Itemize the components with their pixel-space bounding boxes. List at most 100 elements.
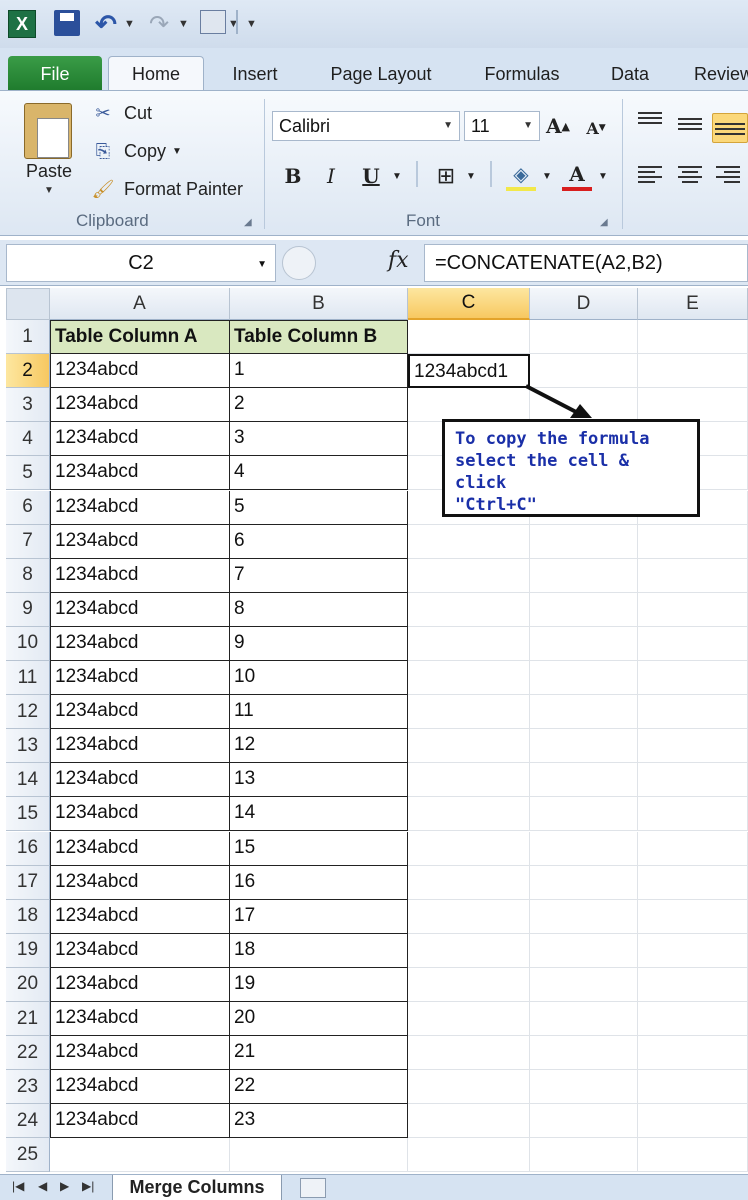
cell-b1[interactable]: Table Column B (230, 320, 408, 354)
cell-e18[interactable] (638, 899, 748, 934)
cell-e23[interactable] (638, 1070, 748, 1105)
cell-a5[interactable]: 1234abcd (50, 456, 230, 491)
column-header-b[interactable]: B (230, 288, 408, 320)
cell-a22[interactable]: 1234abcd (50, 1036, 230, 1071)
cell-d19[interactable] (530, 933, 638, 968)
row-header[interactable]: 5 (6, 456, 50, 491)
borders-icon[interactable]: ⊞ (432, 161, 460, 191)
align-bottom-icon[interactable] (712, 113, 748, 143)
grow-font-button[interactable]: A ▲ (544, 111, 572, 141)
cell-b24[interactable]: 23 (230, 1104, 408, 1139)
cell-d9[interactable] (530, 592, 638, 627)
cell-b3[interactable]: 2 (230, 388, 408, 423)
cell-a21[interactable]: 1234abcd (50, 1002, 230, 1036)
cell-a18[interactable]: 1234abcd (50, 899, 230, 934)
cell-a6[interactable]: 1234abcd (50, 490, 230, 525)
cell-e22[interactable] (638, 1036, 748, 1071)
cut-button[interactable]: ✂ Cut (90, 99, 152, 127)
cell-c10[interactable] (408, 626, 530, 661)
cell-c3[interactable] (408, 388, 530, 423)
column-header-c[interactable]: C (408, 288, 530, 320)
cell-b23[interactable]: 22 (230, 1070, 408, 1105)
cell-b20[interactable]: 19 (230, 967, 408, 1002)
cell-d21[interactable] (530, 1002, 638, 1036)
cell-e24[interactable] (638, 1104, 748, 1139)
format-painter-button[interactable]: 🖌 Format Painter (90, 175, 243, 203)
cell-c1[interactable] (408, 320, 530, 354)
cell-a10[interactable]: 1234abcd (50, 626, 230, 661)
form-icon[interactable] (200, 10, 226, 34)
cell-b14[interactable]: 13 (230, 763, 408, 798)
cell-e15[interactable] (638, 797, 748, 832)
cell-a25[interactable] (50, 1138, 230, 1173)
cell-b2[interactable]: 1 (230, 354, 408, 389)
row-header[interactable]: 22 (6, 1036, 50, 1071)
select-all-corner[interactable] (6, 288, 50, 320)
cell-c21[interactable] (408, 1002, 530, 1036)
font-size-select[interactable]: 11 ▼ (464, 111, 540, 141)
tab-page-layout[interactable]: Page Layout (318, 56, 444, 92)
cell-e11[interactable] (638, 661, 748, 695)
first-sheet-icon[interactable]: |◀ (12, 1179, 24, 1193)
cell-d7[interactable] (530, 524, 638, 559)
row-header[interactable]: 14 (6, 763, 50, 798)
cell-a4[interactable]: 1234abcd (50, 422, 230, 457)
cell-a13[interactable]: 1234abcd (50, 729, 230, 764)
align-left-icon[interactable] (636, 163, 664, 187)
row-header[interactable]: 3 (6, 388, 50, 423)
cell-e9[interactable] (638, 592, 748, 627)
cell-c7[interactable] (408, 524, 530, 559)
cell-c18[interactable] (408, 899, 530, 934)
undo-dropdown-icon[interactable]: ▼ (124, 10, 135, 38)
copy-button[interactable]: ⎘ Copy ▼ (90, 137, 182, 165)
column-header-a[interactable]: A (50, 288, 230, 320)
cell-a9[interactable]: 1234abcd (50, 592, 230, 627)
align-center-icon[interactable] (676, 163, 704, 187)
cell-e17[interactable] (638, 865, 748, 900)
underline-button[interactable]: U (358, 161, 384, 191)
cell-e14[interactable] (638, 763, 748, 798)
row-header[interactable]: 10 (6, 626, 50, 661)
align-right-icon[interactable] (714, 163, 742, 187)
tab-formulas[interactable]: Formulas (474, 56, 570, 92)
italic-button[interactable]: I (318, 161, 344, 191)
row-header[interactable]: 6 (6, 490, 50, 525)
cell-a8[interactable]: 1234abcd (50, 558, 230, 593)
cell-b18[interactable]: 17 (230, 899, 408, 934)
cell-d15[interactable] (530, 797, 638, 832)
row-header[interactable]: 18 (6, 899, 50, 934)
cell-a24[interactable]: 1234abcd (50, 1104, 230, 1139)
row-header[interactable]: 16 (6, 831, 50, 866)
cell-a3[interactable]: 1234abcd (50, 388, 230, 423)
cell-e21[interactable] (638, 1002, 748, 1036)
cell-a19[interactable]: 1234abcd (50, 933, 230, 968)
save-icon[interactable] (54, 10, 80, 36)
cell-c16[interactable] (408, 831, 530, 866)
row-header[interactable]: 25 (6, 1138, 50, 1173)
cell-c15[interactable] (408, 797, 530, 832)
row-header[interactable]: 19 (6, 933, 50, 968)
cell-a17[interactable]: 1234abcd (50, 865, 230, 900)
cell-e2[interactable] (638, 354, 748, 389)
cell-d14[interactable] (530, 763, 638, 798)
cell-b19[interactable]: 18 (230, 933, 408, 968)
cell-c8[interactable] (408, 558, 530, 593)
cell-a2[interactable]: 1234abcd (50, 354, 230, 389)
tab-home[interactable]: Home (108, 56, 204, 92)
redo-dropdown-icon[interactable]: ▼ (178, 10, 189, 38)
next-sheet-icon[interactable]: ▶ (60, 1179, 69, 1193)
row-header[interactable]: 4 (6, 422, 50, 457)
customize-qat-icon[interactable]: ▼ (246, 10, 257, 38)
cell-e10[interactable] (638, 626, 748, 661)
sheet-tab-merge-columns[interactable]: Merge Columns (112, 1175, 282, 1200)
tab-insert[interactable]: Insert (222, 56, 288, 92)
cell-c14[interactable] (408, 763, 530, 798)
row-header[interactable]: 12 (6, 695, 50, 730)
cell-d11[interactable] (530, 661, 638, 695)
row-header[interactable]: 17 (6, 865, 50, 900)
cell-b4[interactable]: 3 (230, 422, 408, 457)
cell-d16[interactable] (530, 831, 638, 866)
insert-sheet-icon[interactable] (300, 1178, 326, 1198)
paste-icon[interactable] (24, 103, 72, 159)
cell-e1[interactable] (638, 320, 748, 354)
